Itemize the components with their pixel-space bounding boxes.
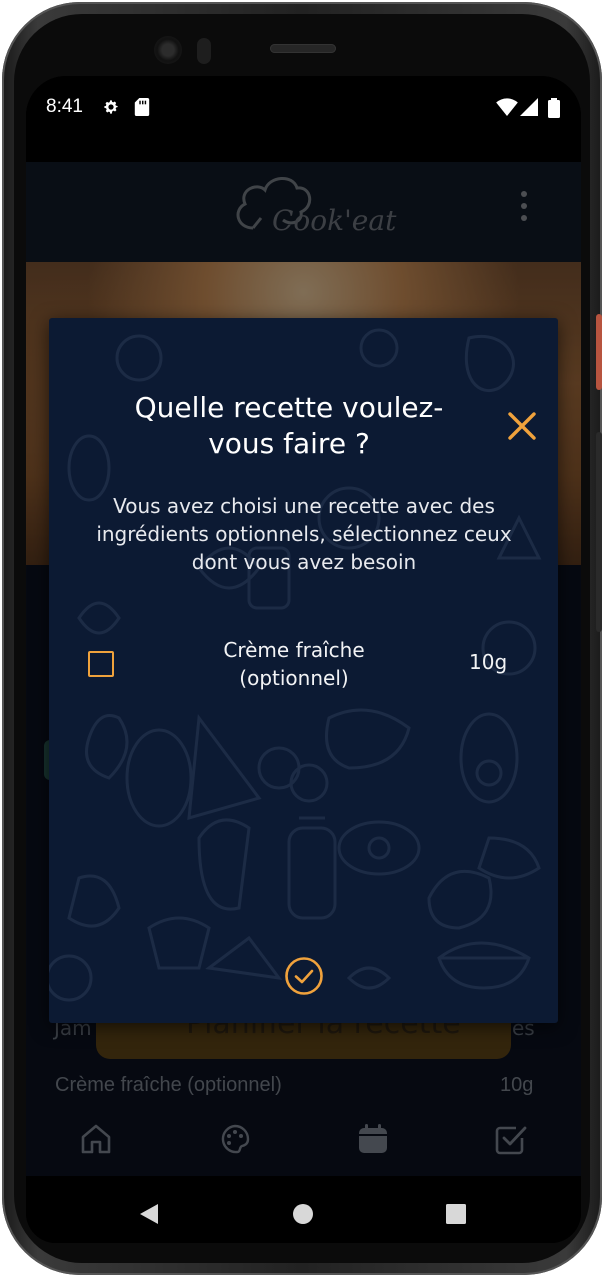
dialog-title: Quelle recette voulez-vous faire ? — [134, 391, 444, 460]
check-circle-icon[interactable] — [283, 955, 325, 997]
ingredient-option-quantity: 10g — [469, 650, 508, 674]
close-icon[interactable] — [504, 408, 540, 444]
settings-icon — [104, 100, 118, 114]
optional-ingredients-dialog: Quelle recette voulez-vous faire ? Vous … — [49, 318, 558, 1023]
wifi-icon — [496, 98, 518, 116]
ingredient-option-label: Crème fraîche (optionnel) — [223, 638, 365, 690]
back-icon[interactable] — [138, 1202, 160, 1226]
sd-card-icon — [134, 98, 150, 116]
status-time: 8:41 — [46, 96, 83, 117]
status-bar: 8:41 — [26, 76, 581, 146]
system-navigation-bar — [26, 1176, 581, 1243]
home-circle-icon[interactable] — [292, 1203, 314, 1225]
signal-icon — [520, 98, 538, 116]
battery-icon — [548, 98, 560, 118]
optional-ingredient-row[interactable]: Crème fraîche (optionnel) 10g — [49, 634, 558, 694]
volume-button — [596, 432, 602, 632]
front-camera — [154, 36, 182, 64]
ingredient-checkbox[interactable] — [88, 651, 114, 677]
dialog-subtitle: Vous avez choisi une recette avec des in… — [96, 494, 512, 574]
screen: 8:41 Cook'eat Planifier la recette Jam e… — [26, 76, 581, 1243]
recents-icon[interactable] — [445, 1203, 467, 1225]
phone-frame: 8:41 Cook'eat Planifier la recette Jam e… — [2, 2, 602, 1275]
earpiece-speaker — [270, 44, 336, 53]
power-button — [596, 314, 602, 390]
proximity-sensor — [197, 38, 211, 64]
